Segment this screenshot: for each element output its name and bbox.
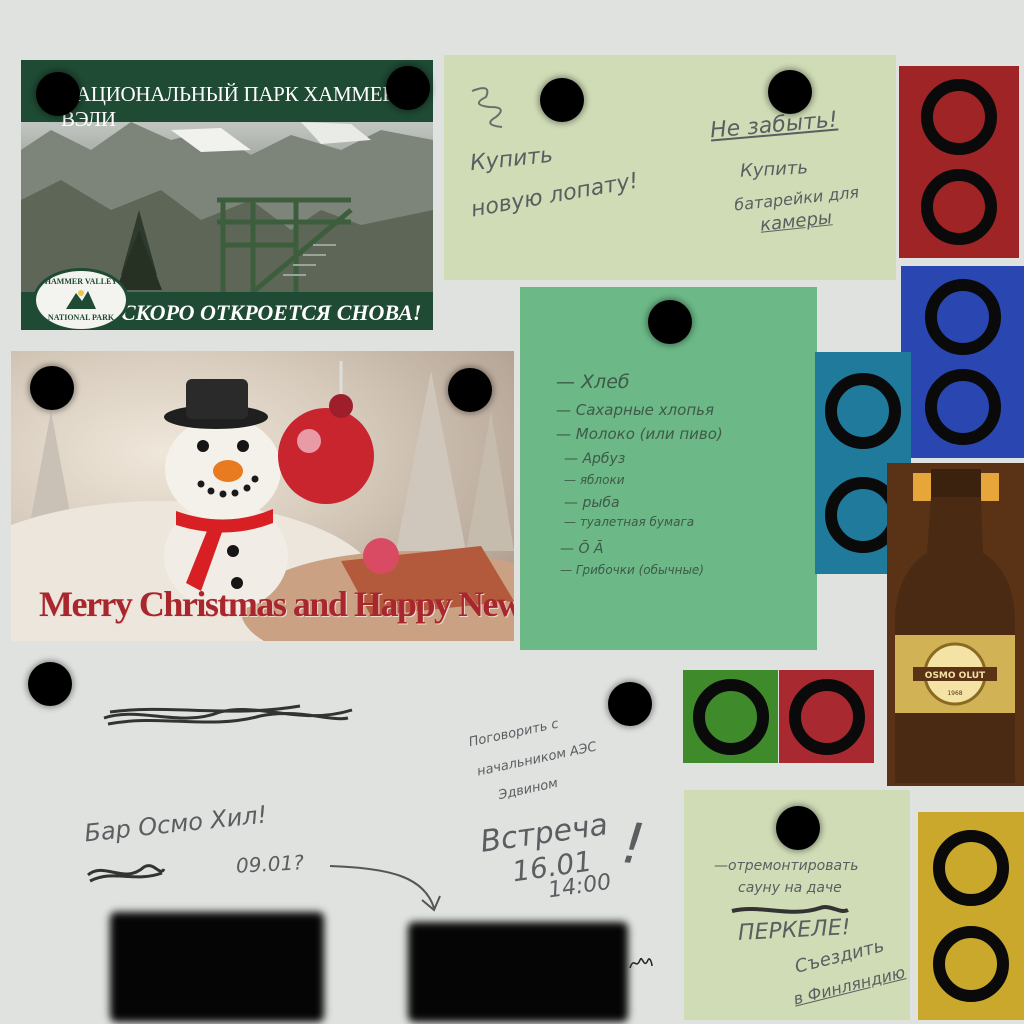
ring-icon xyxy=(788,678,865,755)
grocery-item: — Ō Ā xyxy=(560,541,604,557)
bar-note: Бар Осмо Хил! xyxy=(83,800,269,848)
texture-sheet: { "park_sign": { "title": "НАЦИОНАЛЬНЫЙ … xyxy=(0,0,1024,1024)
pin-icon xyxy=(36,72,80,116)
blur-block xyxy=(408,922,628,1022)
ring-icon xyxy=(921,79,997,155)
grocery-item: — Грибочки (обычные) xyxy=(560,563,704,577)
ring-icon xyxy=(692,678,769,755)
grocery-item: — Арбуз xyxy=(564,451,626,467)
note-heading: Не забыть! xyxy=(709,107,839,144)
park-logo: HAMMER VALLEY NATIONAL PARK xyxy=(33,268,129,330)
pin-icon xyxy=(30,366,74,410)
ring-icon xyxy=(933,926,1009,1002)
scribble-icon xyxy=(471,87,503,128)
pin-icon xyxy=(648,300,692,344)
note-text: камеры xyxy=(759,207,834,236)
ring-icon xyxy=(924,279,1001,355)
note-text: новую лопату! xyxy=(469,168,641,223)
talk-note: Поговорить с xyxy=(467,716,560,751)
park-sign: НАЦИОНАЛЬНЫЙ ПАРК ХАММЕР ВЭЛИ СКОРО ОТКР… xyxy=(21,60,433,330)
pin-icon xyxy=(608,682,652,726)
blue-tile xyxy=(901,266,1024,458)
beer-brand: OSMO OLUT xyxy=(925,671,986,681)
note-text: —отремонтировать xyxy=(714,858,859,874)
park-logo-line2: NATIONAL PARK xyxy=(47,313,115,322)
pin-icon xyxy=(28,662,72,706)
park-subtitle: СКОРО ОТКРОЕТСЯ СНОВА! xyxy=(121,300,422,325)
note-text: сауну на даче xyxy=(738,880,842,896)
green-tile xyxy=(683,670,778,763)
grocery-item: — Сахарные хлопья xyxy=(556,401,714,419)
grocery-item: — Хлеб xyxy=(556,371,630,393)
ring-icon xyxy=(924,369,1001,445)
mountain-icon xyxy=(66,290,96,309)
note-text: Купить xyxy=(739,157,809,182)
date-note: 09.01? xyxy=(235,850,305,878)
yellow-tile xyxy=(918,812,1024,1020)
grocery-item: — рыба xyxy=(564,495,620,511)
blur-block xyxy=(110,912,324,1022)
scribble-icon xyxy=(87,864,166,883)
pin-icon xyxy=(768,70,812,114)
meeting-exclaim: ! xyxy=(618,811,648,878)
grocery-item: — туалетная бумага xyxy=(564,515,695,529)
shopping-note: Купить новую лопату! Не забыть! Купить б… xyxy=(444,55,896,280)
ring-icon xyxy=(933,830,1009,906)
scribble-icon xyxy=(103,704,353,726)
pin-icon xyxy=(386,66,430,110)
park-title: НАЦИОНАЛЬНЫЙ ПАРК ХАММЕР ВЭЛИ xyxy=(61,82,394,131)
signature-icon xyxy=(629,957,653,969)
christmas-card: Merry Christmas and Happy New Year xyxy=(11,351,514,641)
ring-icon xyxy=(921,169,997,245)
talk-note: начальником АЭС xyxy=(475,739,599,780)
beer-year: 1968 xyxy=(947,690,962,697)
grocery-item: — Молоко (или пиво) xyxy=(556,425,723,443)
pin-icon xyxy=(448,368,492,412)
pin-icon xyxy=(540,78,584,122)
grocery-item: — яблоки xyxy=(564,473,625,487)
beer-bottle: OSMO OLUT 1968 xyxy=(895,469,1015,783)
note-text: Купить xyxy=(468,142,555,177)
red-tile xyxy=(899,66,1019,258)
park-logo-line1: HAMMER VALLEY xyxy=(44,277,118,286)
arrow-icon xyxy=(329,865,441,912)
note-text: батарейки для xyxy=(733,182,860,215)
talk-note: Эдвином xyxy=(497,775,560,804)
note-heading: ПЕРКЕЛЕ! xyxy=(737,915,852,946)
pin-icon xyxy=(776,806,820,850)
ring-icon xyxy=(825,373,901,449)
red-small-tile xyxy=(779,670,874,763)
beer-panel: OSMO OLUT 1968 xyxy=(887,463,1024,786)
christmas-caption: Merry Christmas and Happy New Year xyxy=(39,584,514,624)
